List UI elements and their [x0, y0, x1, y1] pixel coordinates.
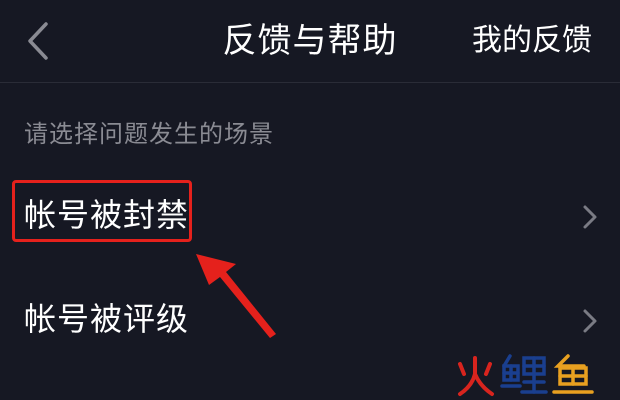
list-item-label: 帐号被评级: [24, 300, 190, 338]
my-feedback-link[interactable]: 我的反馈: [472, 20, 592, 62]
chevron-right-icon: [580, 202, 600, 232]
header-bar: 反馈与帮助 我的反馈: [0, 0, 620, 83]
list-item-account-rated[interactable]: 帐号被评级: [0, 280, 620, 360]
annotation-highlight-box: [12, 180, 192, 242]
chevron-right-icon: [580, 306, 600, 336]
section-label: 请选择问题发生的场景: [24, 120, 274, 148]
watermark-logo: [454, 352, 604, 398]
